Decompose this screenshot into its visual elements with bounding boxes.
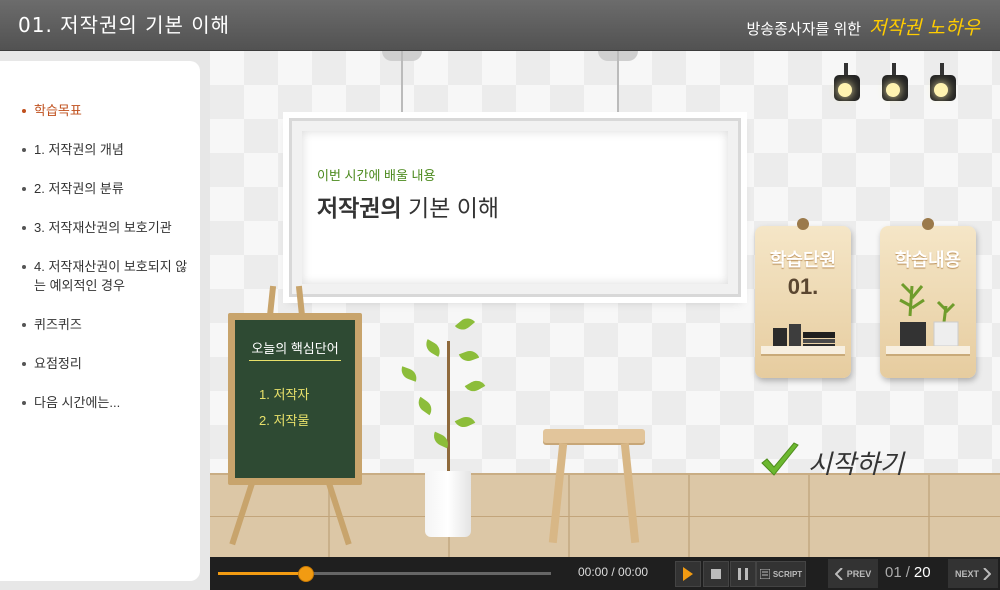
plant-trunk	[447, 341, 450, 473]
potted-plants-icon	[899, 282, 959, 347]
checkmark-icon	[761, 442, 799, 476]
sidebar-menu: 학습목표 1. 저작권의 개념 2. 저작권의 분류 3. 저작재산권의 보호기…	[0, 61, 200, 581]
shelf	[761, 346, 845, 356]
menu-item-objectives[interactable]: 학습목표	[22, 101, 197, 120]
stool-seat	[543, 429, 645, 443]
document-icon	[759, 569, 770, 579]
leaf-icon	[398, 366, 420, 382]
stop-button[interactable]	[703, 561, 729, 587]
script-label: SCRIPT	[772, 569, 803, 579]
prev-label: PREV	[846, 568, 872, 579]
keyword-item: 2. 저작물	[259, 413, 310, 428]
lesson-title: 01. 저작권의 기본 이해	[18, 13, 231, 37]
chalkboard-title: 오늘의 핵심단어	[251, 341, 339, 356]
page-current: 01	[885, 564, 902, 581]
stop-icon	[711, 569, 721, 579]
prev-button[interactable]: PREV	[828, 559, 878, 588]
plant-pot	[425, 471, 471, 537]
tag-unit-title: 학습단원	[769, 250, 837, 270]
board-title: 저작권의 기본 이해	[317, 189, 499, 223]
menu-item-exceptions[interactable]: 4. 저작재산권이 보호되지 않는 예외적인 경우	[22, 257, 197, 295]
pin-icon	[922, 218, 934, 230]
page-total: 20	[913, 564, 931, 581]
tag-content-title: 학습내용	[894, 250, 962, 270]
shelf	[886, 346, 970, 356]
hanging-rod-right	[617, 51, 619, 121]
spotlight-icon	[830, 63, 862, 107]
lesson-board: 이번 시간에 배울 내용 저작권의 기본 이해	[289, 118, 741, 297]
subtitle-highlight: 저작권 노하우	[869, 17, 980, 39]
board-title-rest: 기본 이해	[401, 195, 500, 221]
player-controls: 00:00 / 00:00 SCRIPT PREV 01/20 NEXT	[210, 557, 1000, 590]
tag-unit-number: 01.	[787, 274, 819, 299]
pause-icon	[738, 568, 748, 580]
chevron-right-icon	[983, 567, 991, 580]
course-subtitle: 방송종사자를 위한 저작권 노하우	[747, 13, 981, 40]
keyword-chalkboard: 오늘의 핵심단어 1. 저작자 2. 저작물	[228, 313, 362, 485]
subtitle-prefix: 방송종사자를 위한	[746, 21, 862, 38]
board-caption: 이번 시간에 배울 내용	[317, 168, 436, 183]
spotlight-icon	[926, 63, 958, 107]
menu-item-protection-agency[interactable]: 3. 저작재산권의 보호기관	[22, 218, 197, 237]
hanging-rod-left	[401, 51, 403, 121]
start-label: 시작하기	[808, 450, 904, 480]
spotlight-icon	[878, 63, 910, 107]
menu-item-next-time[interactable]: 다음 시간에는...	[22, 393, 197, 412]
stage-scene: 이번 시간에 배울 내용 저작권의 기본 이해 학습단원 01. 학습내용 오늘…	[210, 51, 1000, 557]
script-button[interactable]: SCRIPT	[756, 561, 806, 587]
header-bar: 01. 저작권의 기본 이해 방송종사자를 위한 저작권 노하우	[0, 0, 1000, 51]
board-title-bold: 저작권의	[317, 195, 402, 221]
menu-item-concept[interactable]: 1. 저작권의 개념	[22, 140, 197, 159]
page-separator: /	[905, 564, 910, 581]
keyword-item: 1. 저작자	[259, 387, 310, 402]
leaf-icon	[464, 377, 486, 395]
pause-button[interactable]	[730, 561, 756, 587]
menu-list: 학습목표 1. 저작권의 개념 2. 저작권의 분류 3. 저작재산권의 보호기…	[22, 101, 197, 432]
tag-learning-unit[interactable]: 학습단원 01.	[755, 218, 851, 378]
floor-divider	[210, 516, 1000, 517]
pin-icon	[797, 218, 809, 230]
chevron-left-icon	[834, 567, 843, 580]
next-label: NEXT	[954, 568, 979, 579]
tag-learning-content[interactable]: 학습내용	[880, 218, 976, 378]
progress-bar[interactable]	[218, 566, 551, 582]
leaf-icon	[422, 339, 444, 357]
leaf-icon	[414, 396, 436, 416]
next-button[interactable]: NEXT	[948, 559, 998, 588]
progress-fill	[218, 572, 305, 575]
menu-item-quiz[interactable]: 퀴즈퀴즈	[22, 315, 197, 334]
menu-item-classification[interactable]: 2. 저작권의 분류	[22, 179, 197, 198]
play-button[interactable]	[675, 561, 701, 587]
page-indicator: 01/20	[885, 564, 931, 581]
leaf-icon	[454, 314, 476, 334]
time-display: 00:00 / 00:00	[578, 565, 649, 579]
chalk-underline	[249, 360, 341, 361]
books-icon	[773, 324, 835, 348]
sidebar-panel: 학습목표 1. 저작권의 개념 2. 저작권의 분류 3. 저작재산권의 보호기…	[0, 51, 210, 590]
leaf-icon	[454, 413, 476, 431]
menu-item-summary[interactable]: 요점정리	[22, 354, 197, 373]
leaf-icon	[458, 348, 480, 364]
play-icon	[683, 567, 693, 581]
progress-knob[interactable]	[297, 566, 314, 582]
